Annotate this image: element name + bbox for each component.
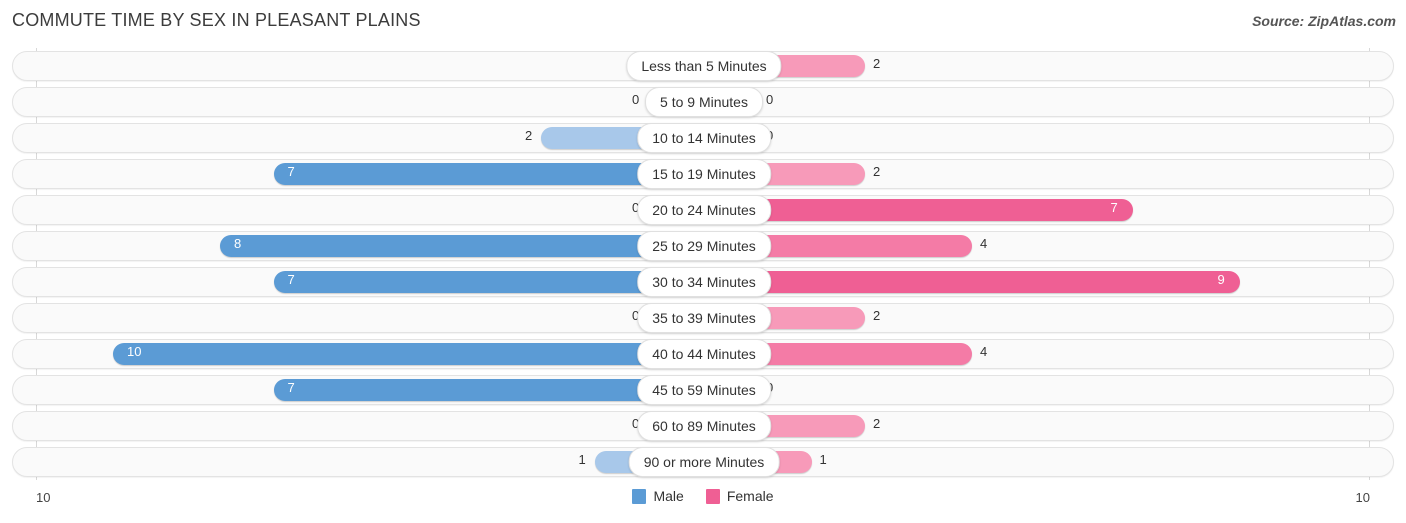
table-row[interactable]: 10 4 40 to 44 Minutes	[12, 339, 1394, 369]
legend-label-female: Female	[726, 488, 774, 504]
category-label: 45 to 59 Minutes	[637, 375, 771, 405]
bar-value-male: 7	[287, 272, 295, 287]
category-label: 40 to 44 Minutes	[637, 339, 771, 369]
bar-value-male: 0	[632, 92, 640, 107]
bar-value-female: 2	[873, 164, 881, 179]
bar-female[interactable]	[704, 271, 1240, 293]
bar-value-male: 7	[287, 164, 295, 179]
category-label: 20 to 24 Minutes	[637, 195, 771, 225]
bar-value-female: 0	[766, 92, 774, 107]
bar-value-male: 8	[234, 236, 242, 251]
category-label: 60 to 89 Minutes	[637, 411, 771, 441]
bar-value-female: 4	[980, 344, 988, 359]
category-label: 25 to 29 Minutes	[637, 231, 771, 261]
source-attribution: Source: ZipAtlas.com	[1252, 13, 1396, 29]
bar-male[interactable]	[113, 343, 702, 365]
bar-value-male: 1	[578, 452, 586, 467]
bar-male[interactable]	[220, 235, 702, 257]
category-label: 15 to 19 Minutes	[637, 159, 771, 189]
bar-value-female: 2	[873, 56, 881, 71]
table-row[interactable]: 7045 to 59 Minutes	[12, 375, 1394, 405]
bar-value-female: 2	[873, 308, 881, 323]
legend-item-female[interactable]: Female	[705, 488, 774, 504]
table-row[interactable]: 0 7 20 to 24 Minutes	[12, 195, 1394, 225]
legend-swatch-female-icon	[705, 488, 720, 504]
category-label: 10 to 14 Minutes	[637, 123, 771, 153]
table-row[interactable]: 005 to 9 Minutes	[12, 87, 1394, 117]
legend-swatch-male-icon	[632, 488, 647, 504]
chart-footer: 10 10 Male Female	[0, 482, 1406, 523]
bar-value-female: 2	[873, 416, 881, 431]
chart-container: COMMUTE TIME BY SEX IN PLEASANT PLAINS S…	[0, 0, 1406, 523]
table-row[interactable]: 1 1 90 or more Minutes	[12, 447, 1394, 477]
plot-area: 02Less than 5 Minutes005 to 9 Minutes201…	[0, 48, 1406, 480]
category-label: 5 to 9 Minutes	[645, 87, 763, 117]
bar-value-female: 7	[1110, 200, 1118, 215]
bar-value-male: 2	[525, 128, 533, 143]
legend-label-male: Male	[653, 488, 684, 504]
bar-value-female: 9	[1217, 272, 1225, 287]
category-label: 30 to 34 Minutes	[637, 267, 771, 297]
category-label: 90 or more Minutes	[628, 447, 780, 477]
table-row[interactable]: 8 4 25 to 29 Minutes	[12, 231, 1394, 261]
bar-value-female: 4	[980, 236, 988, 251]
bar-value-female: 1	[819, 452, 827, 467]
legend: Male Female	[0, 488, 1406, 504]
table-row[interactable]: 0 2 60 to 89 Minutes	[12, 411, 1394, 441]
table-row[interactable]: 02Less than 5 Minutes	[12, 51, 1394, 81]
bar-value-male: 10	[127, 344, 142, 359]
page-title: COMMUTE TIME BY SEX IN PLEASANT PLAINS	[12, 10, 421, 30]
category-label: Less than 5 Minutes	[626, 51, 782, 81]
table-row[interactable]: 7 9 30 to 34 Minutes	[12, 267, 1394, 297]
table-row[interactable]: 2010 to 14 Minutes	[12, 123, 1394, 153]
table-row[interactable]: 0 2 35 to 39 Minutes	[12, 303, 1394, 333]
legend-item-male[interactable]: Male	[632, 488, 684, 504]
table-row[interactable]: 7 2 15 to 19 Minutes	[12, 159, 1394, 189]
category-label: 35 to 39 Minutes	[637, 303, 771, 333]
bar-value-male: 7	[287, 380, 295, 395]
